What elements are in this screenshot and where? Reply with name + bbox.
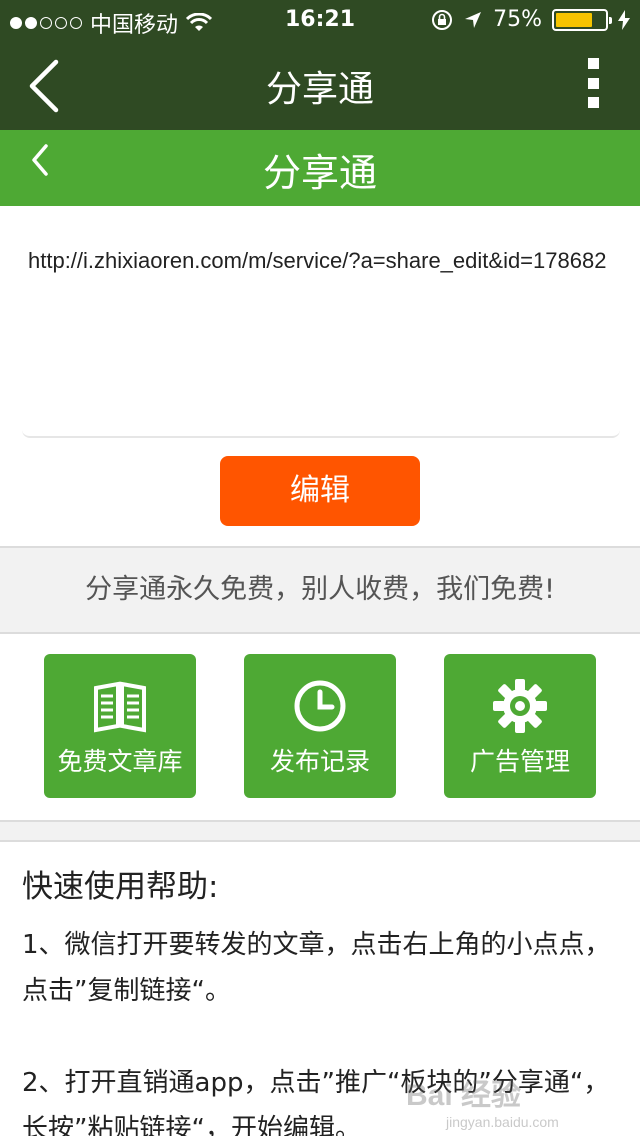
url-text: http://i.zhixiaoren.com/m/service/?a=sha… [28,248,607,273]
page-header: 分享通 [0,130,640,206]
help-step-1: 1、微信打开要转发的文章，点击右上角的小点点，点击”复制链接“。 [22,930,611,1006]
feature-tiles: 免费文章库 发布记录 广告管理 [0,634,640,820]
charging-icon [618,9,630,30]
tile-ad-management[interactable]: 广告管理 [444,654,596,798]
tile-label: 免费文章库 [57,747,183,776]
tile-publish-history[interactable]: 发布记录 [244,654,396,798]
gear-icon [493,679,547,733]
battery-percent: 75% [493,7,542,32]
more-vertical-icon[interactable] [586,58,600,108]
top-bar: 中国移动 16:21 75% 分享通 [0,0,640,130]
book-icon [94,681,146,733]
tile-label: 发布记录 [269,747,370,776]
app-title: 分享通 [265,69,374,110]
free-banner: 分享通永久免费，别人收费，我们免费! [0,546,640,634]
edit-button[interactable]: 编辑 [220,456,420,526]
tile-label: 广告管理 [469,747,570,776]
battery-icon [552,8,612,31]
status-bar: 中国移动 16:21 75% [0,0,640,40]
section-divider [0,820,640,842]
watermark-url: jingyan.baidu.com [446,1114,559,1130]
help-title: 快速使用帮助: [22,869,219,905]
clock-icon [294,680,346,732]
page-title: 分享通 [262,151,377,195]
rotation-lock-icon [432,9,453,30]
location-icon [465,11,482,28]
baidu-watermark: Bai 经验 jingyan.baidu.com [406,1070,606,1130]
watermark-brand: Bai 经验 [406,1079,522,1112]
app-bar: 分享通 [0,40,640,130]
status-right: 75% [431,7,630,32]
url-input[interactable]: http://i.zhixiaoren.com/m/service/?a=sha… [22,206,620,438]
tile-free-articles[interactable]: 免费文章库 [44,654,196,798]
